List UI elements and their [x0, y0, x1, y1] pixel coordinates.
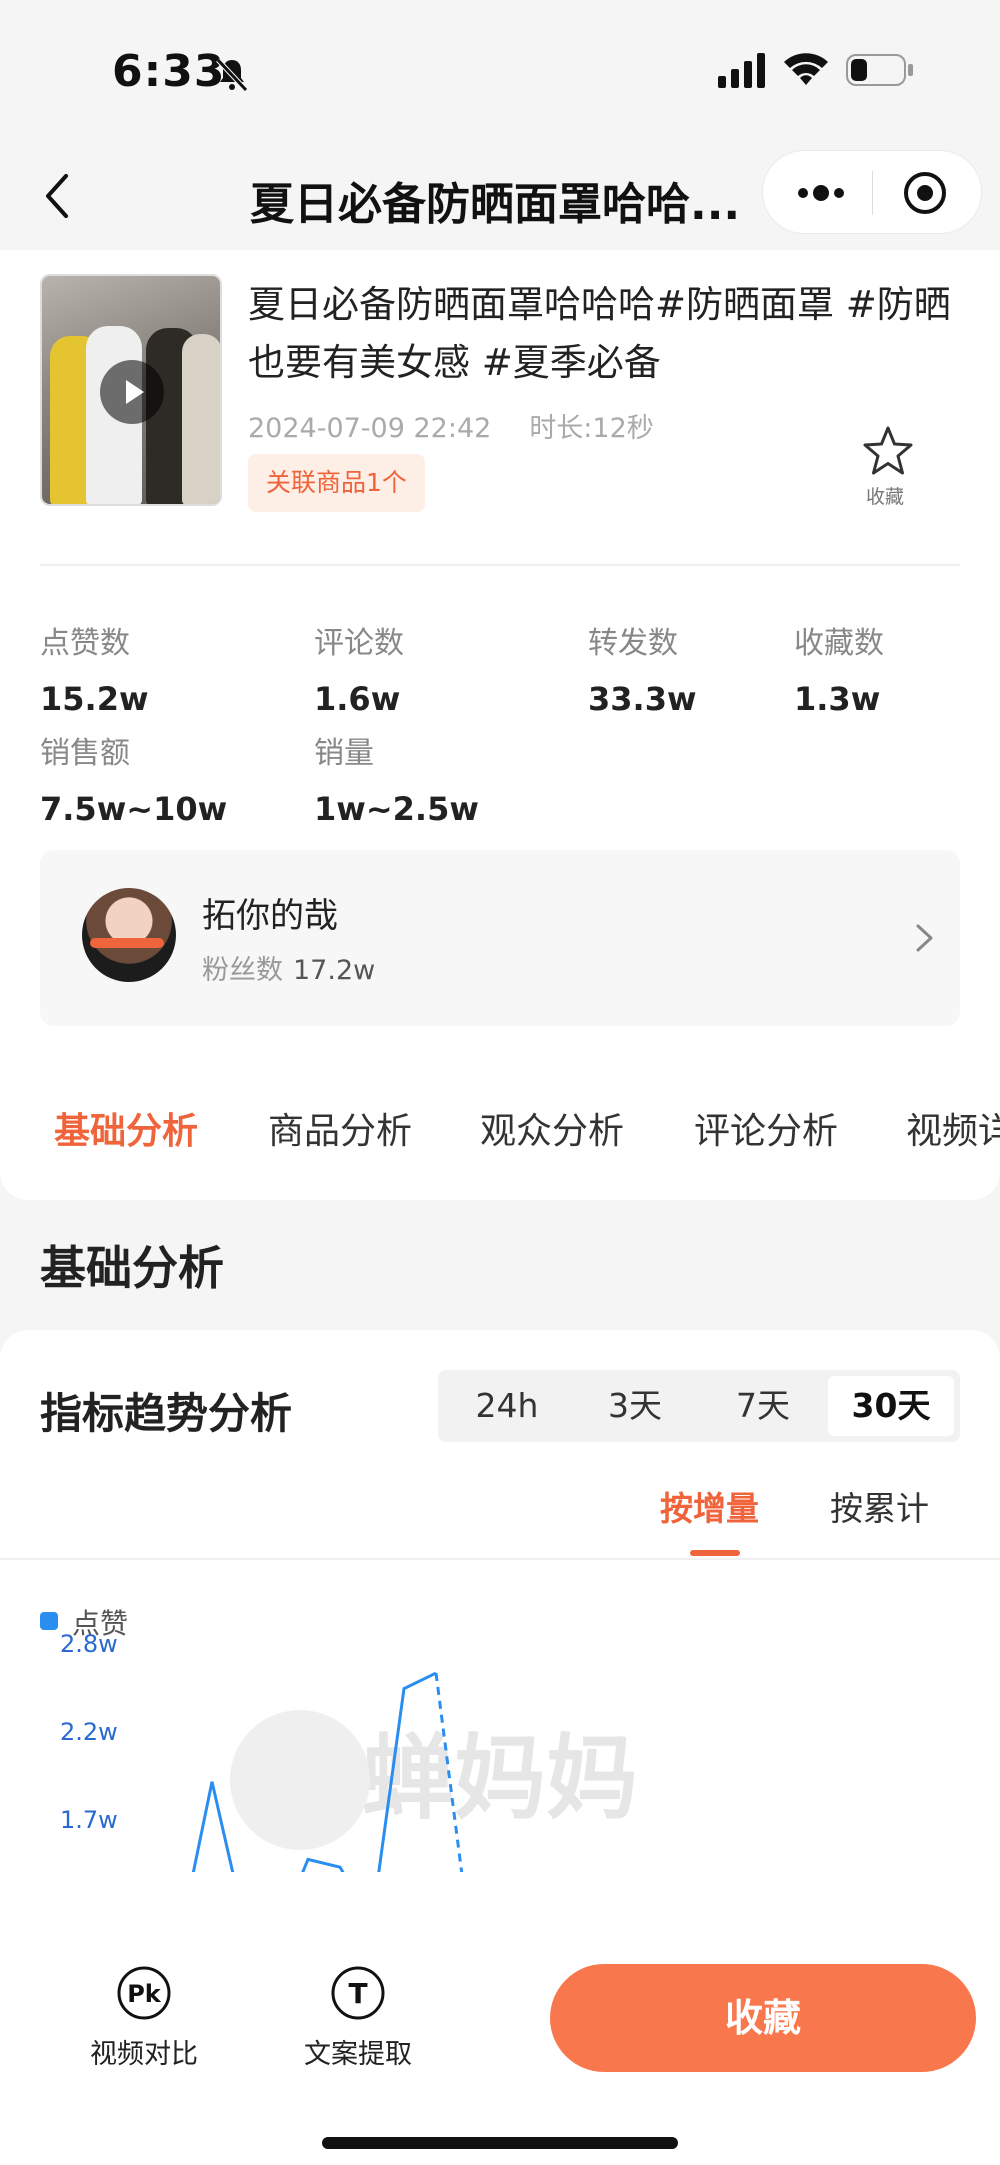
y-tick-label: 2.2w [60, 1718, 118, 1746]
star-icon[interactable] [860, 424, 916, 480]
related-products-badge[interactable]: 关联商品1个 [248, 454, 425, 512]
watermark-text: 蝉妈妈 [362, 1725, 638, 1832]
range-30d[interactable]: 30天 [828, 1376, 954, 1436]
svg-text:T: T [348, 1977, 367, 2010]
fans-value: 17.2w [293, 955, 376, 986]
home-indicator [322, 2137, 678, 2149]
page-title: 夏日必备防晒面罩哈哈... [250, 179, 741, 230]
nav-bar: 夏日必备防晒面罩哈哈... [0, 150, 1000, 250]
stat-label: 点赞数 [40, 626, 130, 661]
stat-favorites: 收藏数 1.3w [794, 618, 884, 718]
stat-value: 7.5w~10w [40, 790, 228, 828]
status-bar: 6:33 [0, 0, 1000, 150]
mode-cumulative[interactable]: 按累计 [830, 1482, 929, 1530]
video-thumbnail[interactable] [40, 274, 222, 506]
stat-shares: 转发数 33.3w [588, 618, 697, 718]
stat-value: 15.2w [40, 680, 149, 718]
collect-button[interactable]: 收藏 [550, 1964, 976, 2072]
stat-comments: 评论数 1.6w [314, 618, 404, 718]
mode-indicator [690, 1550, 740, 1556]
y-tick-label: 2.8w [60, 1630, 118, 1658]
tab-audience-analysis[interactable]: 观众分析 [480, 1102, 624, 1154]
cellular-signal-icon [718, 53, 765, 88]
text-t-icon: T [331, 1966, 385, 2020]
stat-label: 收藏数 [794, 626, 884, 661]
stat-sales-amount: 销售额 7.5w~10w [40, 728, 227, 828]
watermark-logo [230, 1710, 370, 1850]
trend-title: 指标趋势分析 [40, 1389, 293, 1438]
text-extract-label: 文案提取 [304, 2039, 412, 2070]
section-title: 基础分析 [40, 1241, 224, 1295]
status-time: 6:33 [112, 46, 226, 97]
stat-label: 销量 [314, 736, 374, 771]
video-compare-label: 视频对比 [90, 2039, 198, 2070]
stat-label: 转发数 [588, 626, 678, 661]
video-meta: 2024-07-09 22:42 时长:12秒 [248, 406, 654, 445]
divider [40, 564, 960, 566]
stat-value: 33.3w [588, 680, 697, 718]
legend-swatch [40, 1612, 58, 1630]
tab-video-analysis[interactable]: 视频详 [906, 1102, 1000, 1154]
fans-label: 粉丝数 [202, 955, 283, 986]
more-dots-icon[interactable] [789, 173, 853, 213]
capsule-divider [872, 171, 873, 215]
chevron-right-icon[interactable] [914, 920, 936, 956]
author-fans: 粉丝数 17.2w [202, 948, 375, 987]
video-compare-button[interactable]: Pk 视频对比 [74, 1964, 214, 2071]
video-duration: 时长:12秒 [529, 413, 654, 444]
author-card[interactable]: 拓你的哉 粉丝数 17.2w [40, 850, 960, 1026]
favorite-label: 收藏 [866, 486, 905, 508]
bottom-action-bar: Pk 视频对比 T 文案提取 收藏 [0, 1942, 1000, 2165]
stat-value: 1.3w [794, 680, 881, 718]
stat-label: 评论数 [314, 626, 404, 661]
range-3d[interactable]: 3天 [572, 1376, 698, 1436]
stat-likes: 点赞数 15.2w [40, 618, 149, 718]
text-extract-button[interactable]: T 文案提取 [288, 1964, 428, 2071]
avatar[interactable] [82, 888, 176, 982]
tab-basic-analysis[interactable]: 基础分析 [54, 1102, 198, 1154]
publish-date: 2024-07-09 22:42 [248, 413, 492, 444]
analysis-tabs: 基础分析 商品分析 观众分析 评论分析 视频详 [0, 1102, 1000, 1198]
close-miniprogram-icon[interactable] [901, 169, 949, 217]
stat-sales-volume: 销量 1w~2.5w [314, 728, 479, 828]
time-range-selector: 24h 3天 7天 30天 [438, 1370, 960, 1442]
video-info-card: 夏日必备防晒面罩哈哈哈#防晒面罩 #防晒也要有美女感 #夏季必备 2024-07… [0, 250, 1000, 1200]
author-name: 拓你的哉 [202, 896, 338, 936]
svg-text:Pk: Pk [127, 1980, 162, 2008]
y-tick-label: 1.7w [60, 1806, 118, 1834]
range-24h[interactable]: 24h [444, 1376, 570, 1436]
stat-value: 1.6w [314, 680, 401, 718]
tab-product-analysis[interactable]: 商品分析 [268, 1102, 412, 1154]
bell-off-icon [216, 58, 248, 92]
line-chart: 蝉妈妈 2.8w2.2w1.7w1.1w [60, 1630, 638, 1872]
back-arrow-icon[interactable] [38, 168, 78, 224]
battery-icon [846, 54, 913, 86]
play-icon[interactable] [100, 360, 164, 424]
range-7d[interactable]: 7天 [700, 1376, 826, 1436]
stat-value: 1w~2.5w [314, 790, 479, 828]
stat-label: 销售额 [40, 736, 130, 771]
tab-comment-analysis[interactable]: 评论分析 [694, 1102, 838, 1154]
divider [0, 1558, 1000, 1560]
mini-program-capsule [762, 150, 982, 234]
mode-incremental[interactable]: 按增量 [660, 1482, 759, 1530]
active-tab-indicator [90, 938, 164, 948]
thumb-figure [182, 334, 220, 504]
wifi-icon [784, 53, 828, 85]
pk-icon: Pk [117, 1966, 171, 2020]
video-title: 夏日必备防晒面罩哈哈哈#防晒面罩 #防晒也要有美女感 #夏季必备 [248, 283, 951, 384]
